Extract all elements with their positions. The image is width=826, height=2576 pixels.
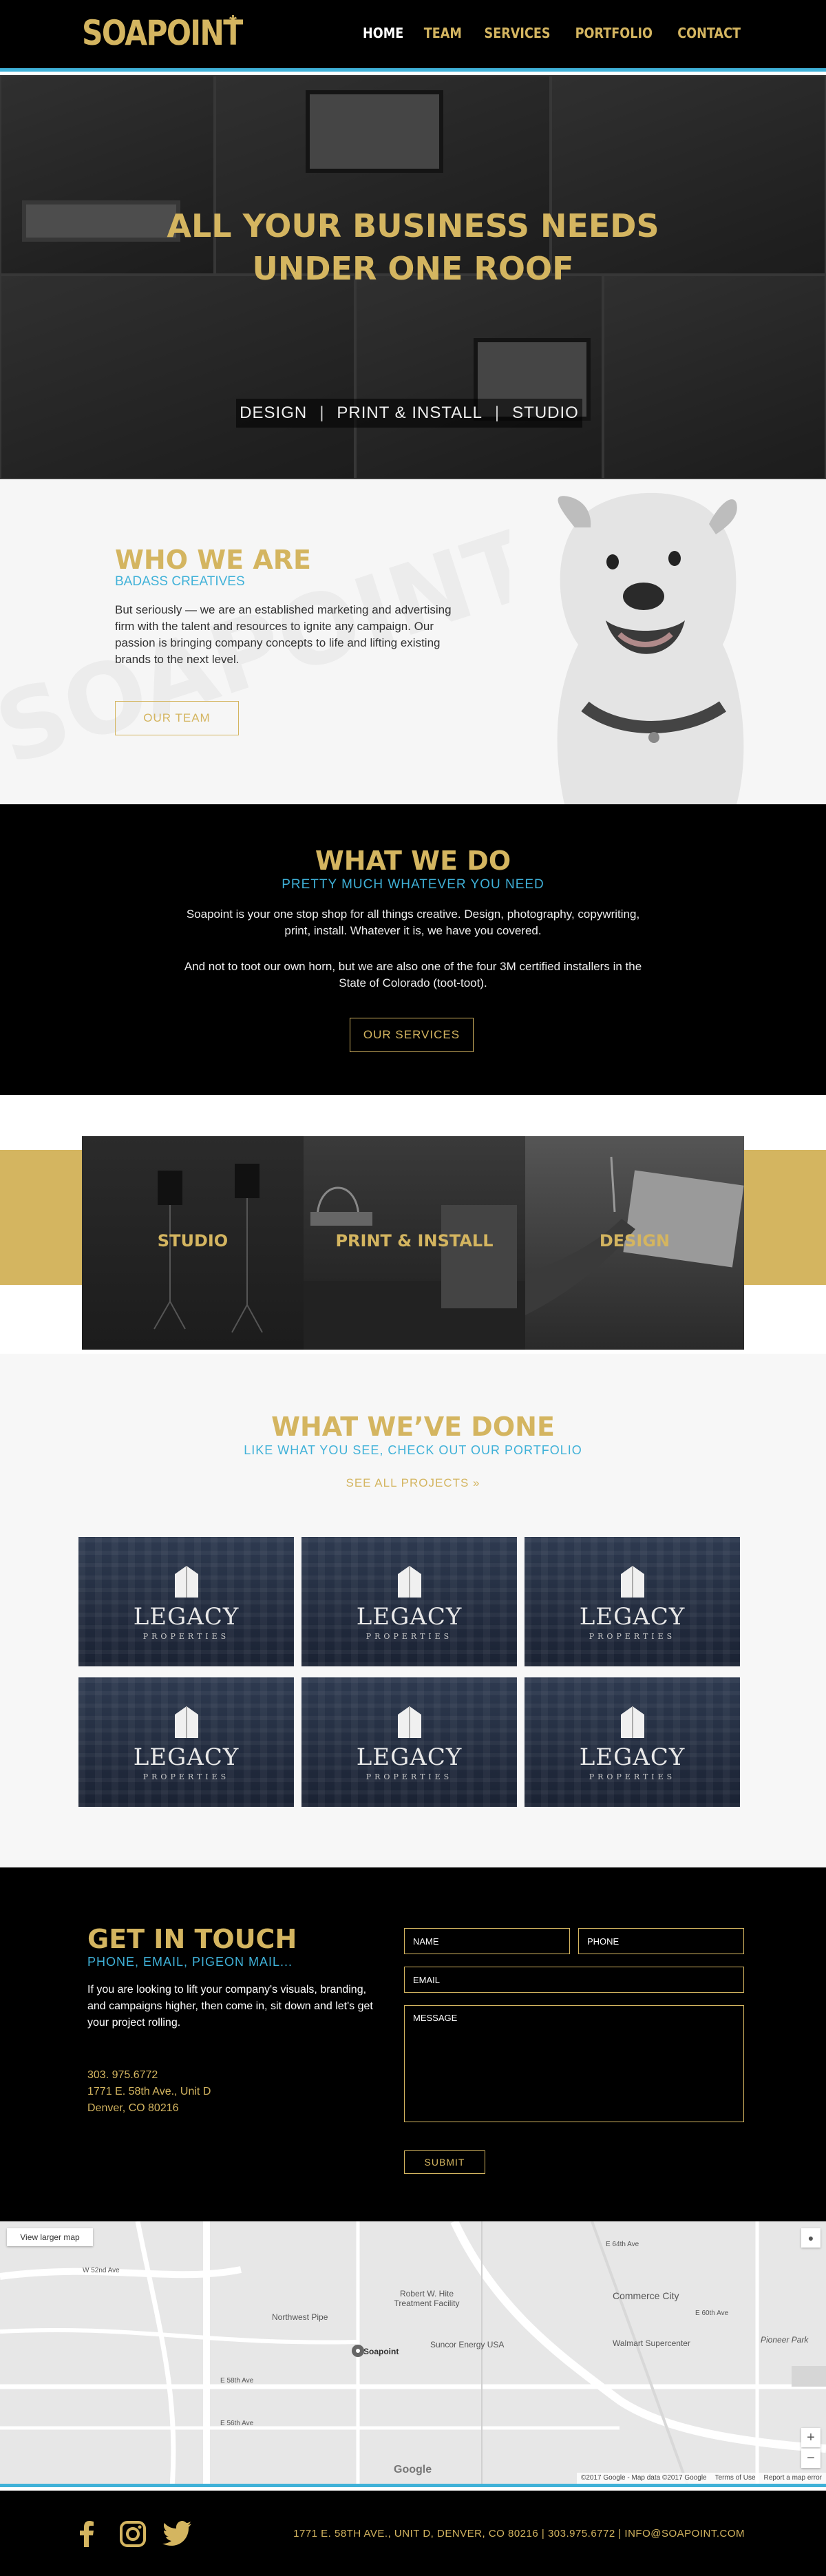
legacy-logo-icon	[175, 1566, 198, 1598]
map-roads	[0, 2221, 826, 2484]
map-marker-label: Soapoint	[363, 2347, 399, 2356]
contact-section: GET IN TOUCH PHONE, EMAIL, PIGEON MAIL..…	[0, 1867, 826, 2221]
phone-field[interactable]	[578, 1928, 744, 1954]
legacy-logo-icon	[621, 1566, 644, 1598]
who-subheading: BADASS CREATIVES	[115, 574, 245, 589]
logo-asterisk: *	[229, 11, 237, 32]
portfolio-item[interactable]: LEGACY PROPERTIES	[525, 1677, 740, 1807]
contact-body: If you are looking to lift your company'…	[87, 1984, 373, 2029]
legacy-logo-icon	[398, 1706, 421, 1738]
portfolio-heading: WHAT WE’VE DONE	[271, 1412, 555, 1442]
portfolio-subheading: LIKE WHAT YOU SEE, CHECK OUT OUR PORTFOL…	[244, 1443, 582, 1457]
google-logo: Google	[394, 2464, 432, 2475]
what-we-do-subheading: PRETTY MUCH WHATEVER YOU NEED	[282, 877, 544, 892]
nav-home[interactable]: HOME	[363, 25, 403, 41]
nav-services[interactable]: SERVICES	[484, 25, 550, 41]
contact-subheading: PHONE, EMAIL, PIGEON MAIL...	[87, 1955, 293, 1969]
service-tile-print-install[interactable]: PRINT & INSTALL	[304, 1136, 525, 1350]
what-we-do-section: WHAT WE DO PRETTY MUCH WHATEVER YOU NEED…	[0, 804, 826, 1095]
hero-tag-studio: STUDIO	[512, 404, 579, 422]
view-larger-map-link[interactable]: View larger map	[7, 2228, 93, 2246]
submit-button[interactable]: SUBMIT	[404, 2150, 485, 2174]
nav-portfolio[interactable]: PORTFOLIO	[575, 25, 653, 41]
our-team-button[interactable]: OUR TEAM	[115, 701, 239, 735]
portfolio-item[interactable]: LEGACY PROPERTIES	[78, 1677, 294, 1807]
what-we-do-paragraph-2: And not to toot our own horn, but we are…	[184, 960, 642, 989]
portfolio-item[interactable]: LEGACY PROPERTIES	[301, 1677, 517, 1807]
contact-heading: GET IN TOUCH	[87, 1924, 297, 1954]
portfolio-item[interactable]: LEGACY PROPERTIES	[301, 1537, 517, 1666]
legacy-logo-icon	[398, 1566, 421, 1598]
hero-title: ALL YOUR BUSINESS NEEDS UNDER ONE ROOF	[167, 207, 659, 287]
zoom-out-button[interactable]: −	[801, 2449, 820, 2468]
map-attribution: ©2017 Google - Map data ©2017 Google Ter…	[576, 2473, 826, 2484]
footer-contact-info: 1771 E. 58TH AVE., UNIT D, DENVER, CO 80…	[293, 2528, 745, 2540]
portfolio-section: WHAT WE’VE DONE LIKE WHAT YOU SEE, CHECK…	[0, 1354, 826, 1867]
zoom-in-button[interactable]: +	[801, 2428, 820, 2447]
instagram-icon[interactable]	[120, 2521, 146, 2547]
nav-team[interactable]: TEAM	[424, 25, 462, 41]
contact-address-line1: 1771 E. 58th Ave., Unit D	[87, 2086, 211, 2097]
hero: ALL YOUR BUSINESS NEEDS UNDER ONE ROOF DE…	[0, 75, 826, 479]
hero-tag-print-install: PRINT & INSTALL	[337, 404, 483, 422]
service-label: PRINT & INSTALL	[335, 1231, 494, 1250]
hero-tag-design: DESIGN	[240, 404, 308, 422]
service-tile-design[interactable]: DESIGN	[525, 1136, 744, 1350]
site-footer: 1771 E. 58TH AVE., UNIT D, DENVER, CO 80…	[0, 2491, 826, 2576]
message-field[interactable]	[404, 2005, 744, 2122]
terms-link[interactable]: Terms of Use	[715, 2474, 756, 2482]
pegman-icon[interactable]: ●	[801, 2228, 820, 2248]
who-body: But seriously — we are an established ma…	[115, 603, 452, 666]
location-map[interactable]: View larger map Soapoint Northwest Pipe …	[0, 2221, 826, 2487]
name-field[interactable]	[404, 1928, 570, 1954]
services-tiles: STUDIO PRINT & INSTALL DESIGN	[0, 1095, 826, 1354]
see-all-projects-link[interactable]: SEE ALL PROJECTS »	[0, 1476, 826, 1490]
facebook-icon[interactable]	[80, 2521, 94, 2547]
our-services-button[interactable]: OUR SERVICES	[350, 1018, 474, 1052]
report-map-error-link[interactable]: Report a map error	[764, 2474, 822, 2482]
contact-phone[interactable]: 303. 975.6772	[87, 2067, 158, 2084]
legacy-logo-icon	[621, 1706, 644, 1738]
service-label: STUDIO	[157, 1231, 229, 1250]
service-tile-studio[interactable]: STUDIO	[82, 1136, 304, 1350]
what-we-do-heading: WHAT WE DO	[315, 846, 511, 876]
service-label: DESIGN	[599, 1231, 670, 1250]
bulldog-photo	[509, 479, 826, 804]
legacy-logo-icon	[175, 1706, 198, 1738]
nav-contact[interactable]: CONTACT	[677, 25, 741, 41]
portfolio-item[interactable]: LEGACY PROPERTIES	[78, 1537, 294, 1666]
hero-tagline: DESIGN | PRINT & INSTALL | STUDIO	[236, 399, 582, 428]
who-heading: WHO WE ARE	[115, 545, 311, 575]
main-nav: HOME TEAM SERVICES PORTFOLIO CONTACT	[360, 25, 745, 41]
what-we-do-paragraph-1: Soapoint is your one stop shop for all t…	[186, 908, 640, 937]
twitter-icon[interactable]	[162, 2521, 191, 2546]
email-field[interactable]	[404, 1967, 744, 1993]
logo[interactable]: SOAPOINT	[82, 12, 243, 54]
portfolio-item[interactable]: LEGACY PROPERTIES	[525, 1537, 740, 1666]
who-we-are-section: SOAPOINT SOAPOINT WHO WE ARE BADASS CREA…	[0, 479, 826, 804]
site-header: SOAPOINT * HOME TEAM SERVICES PORTFOLIO …	[0, 0, 826, 72]
contact-address-line2: Denver, CO 80216	[87, 2102, 179, 2114]
